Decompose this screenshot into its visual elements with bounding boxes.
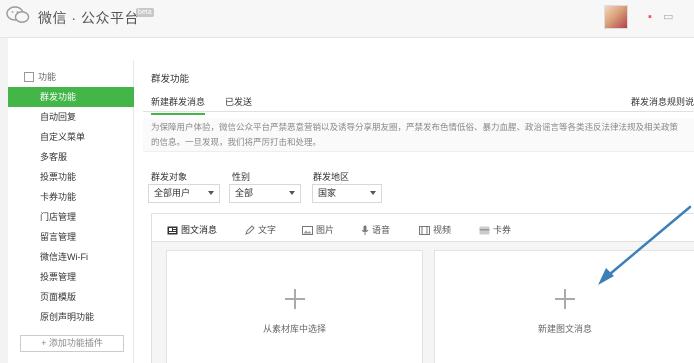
tool-text-label: 文字 — [258, 225, 277, 235]
sidebar-item-originality[interactable]: 原创声明功能 — [8, 307, 134, 327]
tool-voice-label: 语音 — [372, 225, 391, 235]
microphone-icon — [361, 225, 369, 235]
tab-new-mass-message[interactable]: 新建群发消息 — [151, 95, 206, 115]
tool-image-label: 图片 — [316, 225, 335, 235]
tool-video[interactable]: 视频 — [419, 223, 451, 236]
gender-select[interactable]: 全部 — [229, 184, 301, 203]
function-icon — [24, 72, 34, 82]
plus-icon — [284, 289, 305, 309]
mail-icon[interactable]: ▭ — [663, 11, 673, 23]
pencil-icon — [245, 225, 255, 235]
account-avatar[interactable] — [604, 5, 628, 29]
top-bar: 微信 · 公众平台 beta ▪ ▭ — [0, 0, 694, 38]
sidebar-item-vote-manage[interactable]: 投票管理 — [8, 267, 134, 287]
gender-select-value: 全部 — [235, 188, 254, 198]
tool-voice[interactable]: 语音 — [361, 223, 390, 236]
filter-region-label: 群发地区 — [313, 172, 350, 182]
top-icons: ▪ ▭ — [640, 10, 673, 23]
new-news-message-label: 新建图文消息 — [537, 324, 592, 334]
tool-news-label: 图文消息 — [181, 225, 218, 235]
sidebar-menu: 群发功能 自动回复 自定义菜单 多客服 投票功能 卡券功能 门店管理 留言管理 … — [8, 87, 134, 327]
news-icon — [167, 226, 178, 235]
tool-news[interactable]: 图文消息 — [167, 223, 217, 236]
sidebar-item-customer-service[interactable]: 多客服 — [8, 147, 134, 167]
region-select-value: 国家 — [318, 188, 337, 198]
sidebar: 功能 群发功能 自动回复 自定义菜单 多客服 投票功能 卡券功能 门店管理 留言… — [8, 60, 134, 363]
tool-card-label: 卡券 — [493, 225, 512, 235]
sidebar-item-vote[interactable]: 投票功能 — [8, 167, 134, 187]
page-title: 群发功能 — [151, 74, 190, 85]
filter-gender: 性别 全部 — [229, 170, 301, 203]
filter-region: 群发地区 国家 — [312, 170, 382, 203]
target-select[interactable]: 全部用户 — [148, 184, 220, 203]
chevron-down-icon — [370, 191, 376, 195]
sidebar-heading: 功能 — [24, 70, 56, 83]
sidebar-item-page-templates[interactable]: 页面模版 — [8, 287, 134, 307]
left-gutter — [0, 38, 8, 363]
video-icon — [419, 226, 430, 235]
image-icon — [302, 226, 313, 235]
filter-target: 群发对象 全部用户 — [148, 170, 220, 203]
sidebar-item-auto-reply[interactable]: 自动回复 — [8, 107, 134, 127]
tool-image[interactable]: 图片 — [302, 223, 334, 236]
filter-target-label: 群发对象 — [151, 172, 188, 182]
tool-text[interactable]: 文字 — [245, 223, 276, 236]
select-from-library-card[interactable]: 从素材库中选择 — [166, 250, 423, 363]
policy-notice: 为保障用户体验，微信公众平台严禁恶意营销以及诱导分享朋友圈，严禁发布色情低俗、暴… — [143, 118, 694, 152]
sidebar-item-custom-menu[interactable]: 自定义菜单 — [8, 127, 134, 147]
mass-send-rules-link[interactable]: 群发消息规则说 — [631, 95, 694, 108]
beta-badge: beta — [136, 8, 154, 17]
select-from-library-label: 从素材库中选择 — [262, 324, 326, 334]
sidebar-item-mass-send[interactable]: 群发功能 — [8, 87, 134, 107]
tool-card[interactable]: 卡券 — [479, 223, 511, 236]
sidebar-item-stores[interactable]: 门店管理 — [8, 207, 134, 227]
sidebar-item-comments[interactable]: 留言管理 — [8, 227, 134, 247]
plus-icon — [555, 289, 575, 309]
tab-sent[interactable]: 已发送 — [225, 95, 252, 108]
wechat-logo-icon[interactable] — [6, 6, 30, 24]
brand-title: 微信 · 公众平台 — [38, 10, 139, 26]
sidebar-heading-label: 功能 — [38, 72, 57, 82]
chevron-down-icon — [289, 191, 295, 195]
bell-icon[interactable]: ▪ — [648, 11, 652, 23]
sidebar-item-cards[interactable]: 卡券功能 — [8, 187, 134, 207]
target-select-value: 全部用户 — [154, 188, 191, 198]
region-select[interactable]: 国家 — [312, 184, 382, 203]
chevron-down-icon — [208, 191, 214, 195]
sidebar-item-wifi[interactable]: 微信连Wi-Fi — [8, 247, 134, 267]
add-plugin-button[interactable]: + 添加功能插件 — [20, 335, 124, 352]
filter-gender-label: 性别 — [232, 172, 251, 182]
tab-bar: 新建群发消息 已发送 群发消息规则说 — [143, 90, 694, 115]
card-icon — [479, 226, 490, 235]
annotation-arrow-icon — [598, 205, 692, 285]
tool-video-label: 视频 — [433, 225, 452, 235]
